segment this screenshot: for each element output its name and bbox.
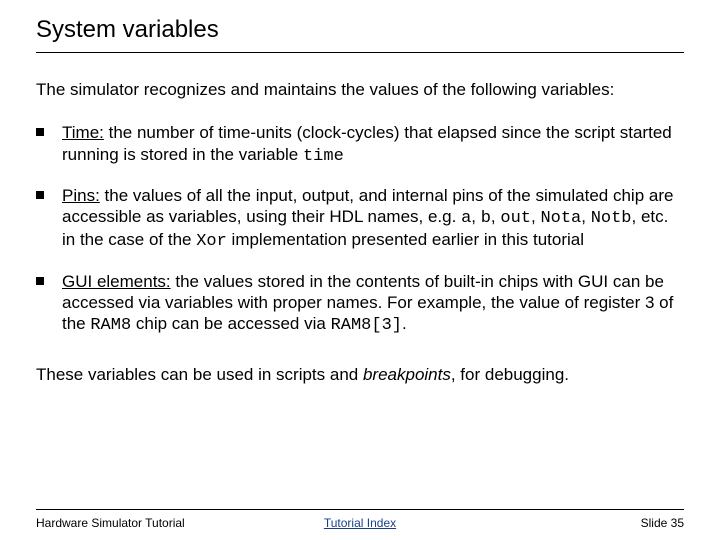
bullet-pins: Pins: the values of all the input, outpu… <box>62 185 684 253</box>
bullet-icon <box>36 277 44 285</box>
intro-text: The simulator recognizes and maintains t… <box>36 79 684 100</box>
bullet-gui: GUI elements: the values stored in the c… <box>62 271 684 337</box>
bullet-icon <box>36 128 44 136</box>
slide-title: System variables <box>36 16 684 53</box>
tutorial-index-link[interactable]: Tutorial Index <box>324 516 396 530</box>
bullet-list: Time: the number of time-units (clock-cy… <box>36 122 684 354</box>
footer: Hardware Simulator Tutorial Tutorial Ind… <box>36 509 684 530</box>
spacer <box>36 386 684 510</box>
slide: System variables The simulator recognize… <box>0 0 720 540</box>
outro-text: These variables can be used in scripts a… <box>36 364 684 385</box>
list-item: Pins: the values of all the input, outpu… <box>36 185 684 253</box>
list-item: Time: the number of time-units (clock-cy… <box>36 122 684 167</box>
list-item: GUI elements: the values stored in the c… <box>36 271 684 337</box>
bullet-icon <box>36 191 44 199</box>
slide-number: Slide 35 <box>468 516 684 530</box>
bullet-time: Time: the number of time-units (clock-cy… <box>62 122 684 167</box>
footer-left: Hardware Simulator Tutorial <box>36 516 252 530</box>
